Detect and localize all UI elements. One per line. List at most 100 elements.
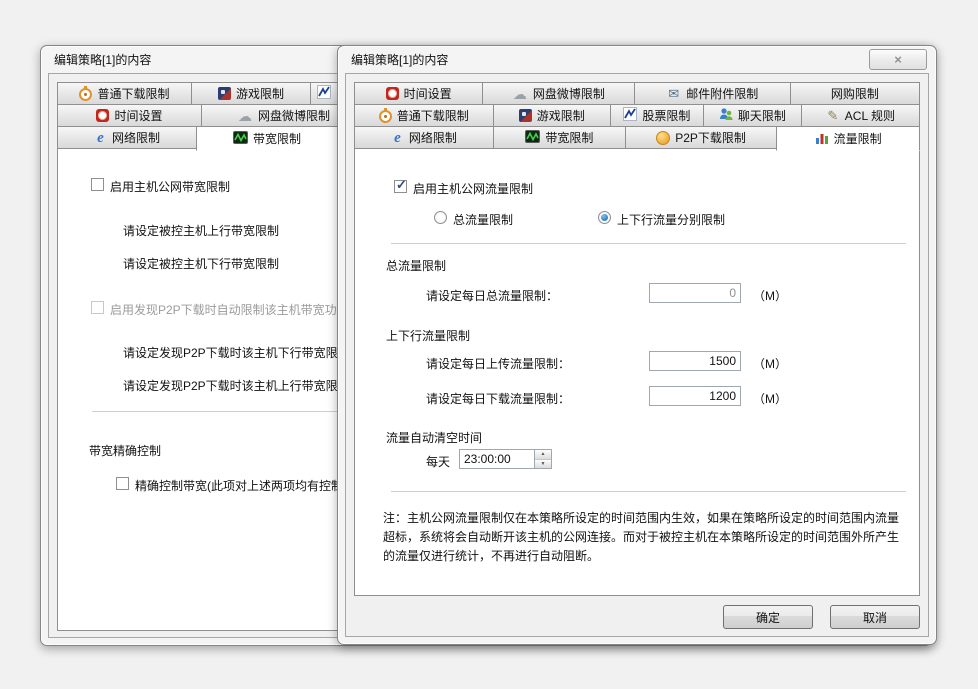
tab-acl-rules[interactable]: ACL 规则: [801, 104, 920, 127]
tab-label: 带宽限制: [253, 130, 301, 147]
total-traffic-radio[interactable]: 总流量限制: [434, 211, 513, 228]
time-spinner[interactable]: ▲ ▼: [535, 449, 552, 469]
title-bar[interactable]: 编辑策略[1]的内容: [338, 46, 936, 73]
checkbox-label: 精确控制带宽(此项对上述两项均有控制: [135, 477, 343, 494]
tab-label: 带宽限制: [545, 129, 593, 146]
radio-circle[interactable]: [598, 211, 611, 224]
ok-button[interactable]: 确定: [723, 605, 813, 629]
gamepad-icon: [519, 109, 532, 122]
cancel-button[interactable]: 取消: [830, 605, 920, 629]
tab-label: 时间设置: [404, 85, 452, 102]
tab-online-shopping-limit[interactable]: 网购限制: [790, 82, 920, 105]
tab-label: 聊天限制: [738, 107, 786, 124]
ie-globe-icon: [94, 131, 107, 145]
alarm-clock-icon: [386, 87, 399, 100]
tab-time-settings[interactable]: 时间设置: [354, 82, 483, 105]
ie-globe-icon: [391, 131, 404, 145]
stopwatch-icon: [79, 88, 92, 101]
checkbox-box[interactable]: [116, 477, 129, 490]
tab-bandwidth-limit[interactable]: 带宽限制: [196, 126, 338, 151]
dialog-title: 编辑策略[1]的内容: [54, 51, 151, 68]
precise-control-section-title: 带宽精确控制: [89, 442, 161, 459]
tab-label: 邮件附件限制: [686, 85, 758, 102]
checkmark-icon: ✓: [396, 177, 407, 193]
stock-chart-icon: [317, 85, 331, 102]
tab-network-limit[interactable]: 网络限制: [354, 126, 494, 149]
everyday-label: 每天: [426, 453, 450, 470]
dialog-title: 编辑策略[1]的内容: [351, 51, 448, 68]
tab-label: 流量限制: [834, 130, 882, 147]
tab-p2p-download-limit[interactable]: P2P下载限制: [625, 126, 777, 149]
desktop: 编辑策略[1]的内容 普通下载限制 游戏限制: [0, 0, 978, 689]
split-traffic-radio[interactable]: 上下行流量分别限制: [598, 211, 725, 228]
tab-label: 网盘微博限制: [533, 85, 605, 102]
tab-label: 网络限制: [409, 129, 457, 146]
tab-game-limit[interactable]: 游戏限制: [191, 82, 311, 105]
stock-chart-icon: [623, 107, 637, 124]
waveform-icon: [525, 130, 540, 146]
tab-time-settings[interactable]: 时间设置: [57, 104, 202, 127]
checkbox-box[interactable]: [91, 178, 104, 191]
tab-label: 网购限制: [831, 85, 879, 102]
tab-label: 普通下载限制: [97, 85, 169, 102]
note-text: 注：主机公网流量限制仅在本策略所设定的时间范围内生效，如果在策略所设定的时间范围…: [383, 509, 909, 566]
checkbox-box[interactable]: [91, 301, 104, 314]
radio-label: 总流量限制: [453, 211, 513, 228]
close-icon: ×: [894, 52, 902, 67]
tab-label: 游戏限制: [236, 85, 284, 102]
cloud-icon: [512, 87, 528, 101]
download-unit-label: （M）: [753, 390, 787, 407]
download-limit-label: 请设定每日下载流量限制：: [426, 390, 570, 407]
tab-label: 网盘微博限制: [258, 107, 330, 124]
tab-label: ACL 规则: [845, 107, 895, 124]
tab-mail-attachment-limit[interactable]: 邮件附件限制: [634, 82, 791, 105]
total-section-title: 总流量限制: [386, 257, 446, 274]
reset-time-input[interactable]: 23:00:00: [459, 449, 535, 469]
spinner-down-icon[interactable]: ▼: [535, 460, 551, 469]
tab-traffic-limit[interactable]: 流量限制: [776, 126, 920, 151]
p2p-icon: [656, 131, 670, 145]
uplink-bandwidth-label: 请设定被控主机上行带宽限制: [123, 222, 279, 239]
upload-limit-input[interactable]: 1500: [649, 351, 741, 371]
spinner-up-icon[interactable]: ▲: [535, 450, 551, 460]
bar-chart-icon: [815, 131, 829, 147]
tab-normal-download-limit[interactable]: 普通下载限制: [57, 82, 192, 105]
tab-label: 网络限制: [112, 129, 160, 146]
dialog-edit-policy-traffic: 编辑策略[1]的内容 × 时间设置 网盘微博限制 邮件附: [337, 45, 937, 645]
checkbox-box[interactable]: ✓: [394, 180, 407, 193]
checkbox-label: 启用主机公网流量限制: [413, 180, 533, 197]
tab-label: P2P下载限制: [675, 129, 746, 146]
tab-game-limit[interactable]: 游戏限制: [493, 104, 611, 127]
separator: [391, 491, 906, 492]
total-limit-input[interactable]: 0: [649, 283, 741, 303]
tab-netdisk-weibo-limit[interactable]: 网盘微博限制: [482, 82, 634, 105]
tab-normal-download-limit[interactable]: 普通下载限制: [354, 104, 494, 127]
radio-circle[interactable]: [434, 211, 447, 224]
dialog-client-area: 时间设置 网盘微博限制 邮件附件限制 网购限制: [345, 73, 929, 637]
p2p-downlink-label: 请设定发现P2P下载时该主机下行带宽限制: [123, 344, 350, 361]
stopwatch-icon: [379, 110, 392, 123]
waveform-icon: [233, 131, 248, 147]
tab-stock-limit[interactable]: 股票限制: [610, 104, 704, 127]
tab-label: 游戏限制: [537, 107, 585, 124]
tab-bandwidth-limit[interactable]: 带宽限制: [493, 126, 626, 149]
downlink-bandwidth-label: 请设定被控主机下行带宽限制: [123, 255, 279, 272]
tab-label: 股票限制: [642, 107, 690, 124]
pencil-icon: [826, 109, 840, 123]
p2p-uplink-label: 请设定发现P2P下载时该主机上行带宽限制: [123, 377, 350, 394]
chat-users-icon: [719, 107, 733, 124]
tab-label: 普通下载限制: [397, 107, 469, 124]
precise-bandwidth-checkbox[interactable]: 精确控制带宽(此项对上述两项均有控制: [116, 477, 343, 494]
download-limit-input[interactable]: 1200: [649, 386, 741, 406]
tab-chat-limit[interactable]: 聊天限制: [703, 104, 802, 127]
tab-network-limit[interactable]: 网络限制: [57, 126, 197, 149]
close-button[interactable]: ×: [869, 49, 927, 70]
reset-section-title: 流量自动清空时间: [386, 429, 482, 446]
dialog-buttons: 确定 取消: [723, 605, 920, 629]
cloud-icon: [237, 109, 253, 123]
radio-label: 上下行流量分别限制: [617, 211, 725, 228]
checkbox-label: 启用主机公网带宽限制: [110, 178, 230, 195]
enable-traffic-limit-checkbox[interactable]: ✓ 启用主机公网流量限制: [394, 180, 533, 197]
p2p-auto-limit-checkbox[interactable]: 启用发现P2P下载时自动限制该主机带宽功: [91, 301, 337, 318]
enable-bandwidth-limit-checkbox[interactable]: 启用主机公网带宽限制: [91, 178, 230, 195]
